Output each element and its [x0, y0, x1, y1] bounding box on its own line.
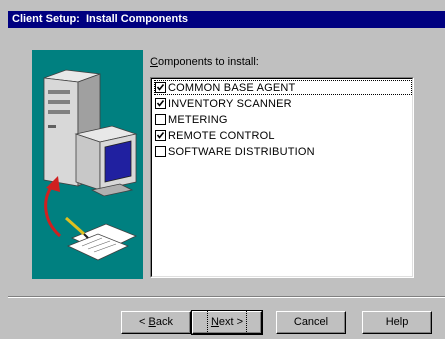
component-item-label: METERING	[168, 113, 228, 126]
component-item[interactable]: SOFTWARE DISTRIBUTION	[154, 144, 412, 159]
monitor-icon	[74, 125, 138, 197]
components-label-accelerator: C	[150, 56, 158, 68]
components-listbox-inner: COMMON BASE AGENT INVENTORY SCANNER METERI…	[151, 78, 413, 277]
computer-illustration-icon	[43, 69, 138, 261]
documents-pen-icon	[65, 216, 138, 261]
back-prefix: <	[139, 316, 149, 328]
back-accelerator: B	[148, 316, 156, 328]
next-button-label: Next >	[206, 310, 248, 334]
component-checkbox[interactable]	[155, 98, 166, 109]
checkmark-icon	[156, 100, 165, 107]
component-item[interactable]: INVENTORY SCANNER	[154, 96, 412, 111]
component-item[interactable]: METERING	[154, 112, 412, 127]
component-checkbox[interactable]	[155, 114, 166, 125]
setup-dialog: Client Setup: Install Components Compone…	[0, 0, 445, 339]
component-checkbox[interactable]	[155, 146, 166, 157]
setup-illustration	[32, 50, 143, 279]
cancel-button[interactable]: Cancel	[276, 311, 346, 334]
help-button[interactable]: Help	[362, 311, 432, 334]
checkmark-icon	[156, 84, 165, 91]
next-button[interactable]: Next >	[191, 310, 263, 335]
next-accelerator: N	[210, 316, 219, 328]
curved-arrow-icon	[44, 176, 62, 238]
cancel-button-label: Cancel	[293, 316, 329, 328]
help-button-label: Help	[385, 316, 409, 328]
component-item-label: COMMON BASE AGENT	[168, 81, 296, 94]
component-item-label: REMOTE CONTROL	[168, 129, 275, 142]
button-separator	[8, 296, 445, 298]
components-label-text: omponents to install:	[157, 56, 259, 68]
component-item-label: INVENTORY SCANNER	[168, 97, 292, 110]
component-checkbox[interactable]	[155, 130, 166, 141]
checkmark-icon	[156, 132, 165, 139]
components-listbox[interactable]: COMMON BASE AGENT INVENTORY SCANNER METERI…	[150, 77, 414, 278]
next-rest: ext >	[218, 316, 244, 328]
back-button-label: < Back	[139, 312, 173, 332]
component-checkbox[interactable]	[155, 82, 166, 93]
component-item-label: SOFTWARE DISTRIBUTION	[168, 145, 315, 158]
back-button[interactable]: < Back	[121, 311, 191, 334]
component-item[interactable]: REMOTE CONTROL	[154, 128, 412, 143]
components-label: Components to install:	[150, 56, 259, 68]
back-rest: ack	[155, 316, 173, 328]
window-title: Client Setup: Install Components	[8, 11, 445, 28]
component-item[interactable]: COMMON BASE AGENT	[154, 80, 412, 95]
